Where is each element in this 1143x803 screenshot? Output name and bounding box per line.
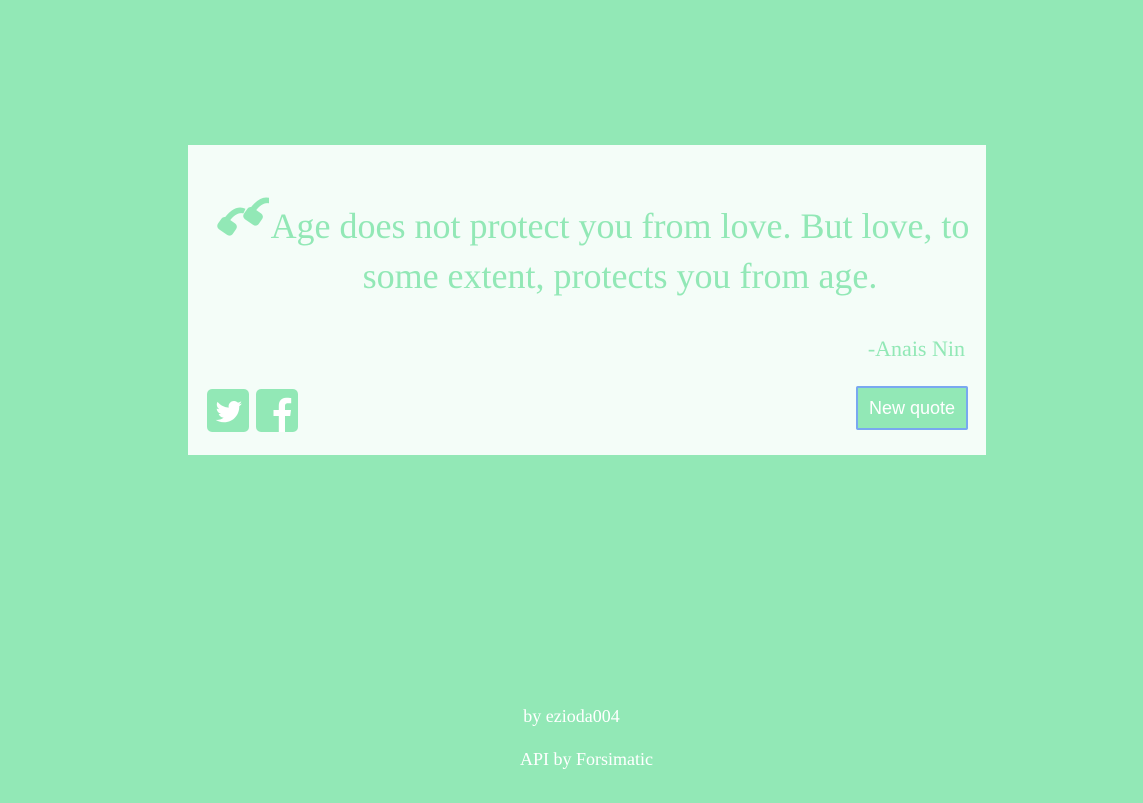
quote-text: Age does not protect you from love. But … bbox=[270, 206, 970, 296]
author-credit: by ezioda004 bbox=[523, 706, 620, 726]
new-quote-button[interactable]: New quote bbox=[856, 386, 968, 430]
facebook-icon bbox=[273, 397, 292, 432]
facebook-share-button[interactable] bbox=[256, 389, 298, 432]
quote-box: Age does not protect you from love. But … bbox=[188, 145, 986, 455]
quote-left-icon bbox=[213, 191, 272, 255]
twitter-icon bbox=[215, 400, 242, 423]
quote-author: -Anais Nin bbox=[867, 336, 965, 361]
footer: by ezioda004 API by Forsimatic bbox=[0, 702, 1143, 788]
twitter-share-button[interactable] bbox=[207, 389, 249, 432]
api-credit: API by Forsimatic bbox=[520, 749, 653, 769]
social-buttons bbox=[207, 389, 298, 432]
